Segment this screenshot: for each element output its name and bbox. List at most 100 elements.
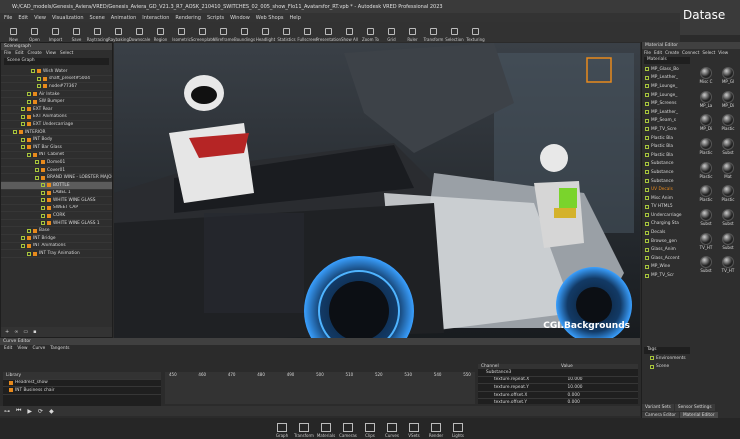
material-thumb[interactable]: MP_Gl <box>718 67 738 89</box>
visibility-checkbox[interactable] <box>41 213 45 218</box>
toolbar-button-import[interactable]: Import <box>45 22 66 42</box>
menu-item-edit[interactable]: Edit <box>18 15 28 21</box>
scenegraph-node[interactable]: WHITE WINE GLASS 1 <box>1 220 112 228</box>
visibility-checkbox[interactable] <box>21 236 25 241</box>
toolbar-button-presentation[interactable]: Presentation <box>316 22 341 42</box>
scenegraph-node[interactable]: Dome01 <box>1 159 112 167</box>
material-list-item[interactable]: MP_Lounge_ <box>642 91 694 100</box>
scenegraph-node[interactable]: EXT Rear <box>1 106 112 114</box>
dock-lights[interactable]: Lights <box>447 423 469 439</box>
key-icon[interactable]: ⊶ <box>4 408 10 415</box>
material-thumb[interactable]: Plastic <box>718 185 738 207</box>
material-thumb[interactable]: MP_Di <box>696 114 716 136</box>
dock-curves[interactable]: Curves <box>381 423 403 439</box>
scenegraph-node[interactable]: SWEET CAP <box>1 205 112 213</box>
material-list-item[interactable]: MP_TV_Scr <box>642 271 694 280</box>
material-checkbox[interactable] <box>645 75 649 80</box>
material-checkbox[interactable] <box>645 118 649 123</box>
material-checkbox[interactable] <box>645 239 649 244</box>
scenegraph-node[interactable]: Cover01 <box>1 167 112 175</box>
material-checkbox[interactable] <box>645 179 649 184</box>
tags-select[interactable]: Tags <box>644 347 690 354</box>
material-list-item[interactable]: MP_Lounge_ <box>642 82 694 91</box>
dock-clips[interactable]: Clips <box>359 423 381 439</box>
tag-checkbox[interactable] <box>650 364 654 369</box>
material-checkbox[interactable] <box>645 264 649 269</box>
scenegraph-node[interactable]: INT Cabinet <box>1 152 112 160</box>
scenegraph-node[interactable]: Air Intake <box>1 91 112 99</box>
material-checkbox[interactable] <box>645 247 649 252</box>
material-list-item[interactable]: Plastic Bla <box>642 142 694 151</box>
channel-row[interactable]: texture.repeat.X 10.000 <box>478 377 638 385</box>
dock-transform[interactable]: Transform <box>293 423 315 439</box>
channel-row[interactable]: texture.offset.X 0.000 <box>478 392 638 400</box>
channel-row[interactable]: Substance3 <box>478 369 638 377</box>
toolbar-button-selection[interactable]: Selection <box>444 22 465 42</box>
material-checkbox[interactable] <box>645 153 649 158</box>
material-menu-item[interactable]: Create <box>665 50 679 55</box>
visibility-checkbox[interactable] <box>27 228 31 233</box>
material-thumb[interactable]: Plastic <box>718 114 738 136</box>
material-list-item[interactable]: Plastic Bla <box>642 151 694 160</box>
visibility-checkbox[interactable] <box>37 84 41 89</box>
toolbar-button-screenplate[interactable]: Screenplate <box>191 22 214 42</box>
dock-render[interactable]: Render <box>425 423 447 439</box>
visibility-checkbox[interactable] <box>41 190 45 195</box>
material-menu-item[interactable]: File <box>644 50 651 55</box>
dock-cameras[interactable]: Cameras <box>337 423 359 439</box>
material-checkbox[interactable] <box>645 170 649 175</box>
play-icon[interactable]: ▶ <box>27 408 32 415</box>
material-list-item[interactable]: Undercarriage <box>642 211 694 220</box>
visibility-checkbox[interactable] <box>21 243 25 248</box>
material-checkbox[interactable] <box>645 84 649 89</box>
toolbar-button-texturing[interactable]: Texturing <box>465 22 486 42</box>
visibility-checkbox[interactable] <box>37 76 41 81</box>
scenegraph-node[interactable]: EXT Undercarriage <box>1 121 112 129</box>
loop-icon[interactable]: ⟳ <box>38 408 43 415</box>
curve-timeline[interactable]: 450 460 470 480 490 500 510 520 530 540 550 <box>165 372 475 404</box>
curve-menu-item[interactable]: View <box>17 346 27 351</box>
key-add-icon[interactable]: ◆ <box>49 408 54 415</box>
visibility-checkbox[interactable] <box>27 251 31 256</box>
toolbar-button-statistics[interactable]: Statistics <box>276 22 297 42</box>
material-checkbox[interactable] <box>645 101 649 106</box>
material-checkbox[interactable] <box>645 204 649 209</box>
material-thumb[interactable]: Mat <box>718 161 738 184</box>
visibility-checkbox[interactable] <box>31 69 35 74</box>
material-list-item[interactable]: Browse_gen <box>642 237 694 246</box>
visibility-checkbox[interactable] <box>35 160 39 165</box>
scenegraph-node[interactable]: LABEL 1 <box>1 190 112 198</box>
material-list-item[interactable]: Glass_Anim <box>642 245 694 254</box>
scenegraph-node[interactable]: INT Animations <box>1 243 112 251</box>
menu-item-web-shops[interactable]: Web Shops <box>256 15 284 21</box>
toolbar-button-new[interactable]: New <box>3 22 24 42</box>
material-checkbox[interactable] <box>645 213 649 218</box>
visibility-checkbox[interactable] <box>41 183 45 188</box>
material-list-item[interactable]: MP_Seam_s <box>642 117 694 126</box>
library-item[interactable]: Headrest_show <box>3 380 161 388</box>
material-checkbox[interactable] <box>645 256 649 261</box>
material-checkbox[interactable] <box>645 67 649 72</box>
scenegraph-node[interactable]: Wish Water <box>1 68 112 76</box>
material-menu-item[interactable]: Connect <box>682 50 699 55</box>
visibility-checkbox[interactable] <box>41 205 45 210</box>
material-thumb[interactable]: Plastic <box>696 161 716 184</box>
visibility-checkbox[interactable] <box>35 175 39 180</box>
material-list-item[interactable]: MP_Glass_Bo <box>642 65 694 74</box>
scenegraph-menu-item[interactable]: File <box>4 51 11 56</box>
material-checkbox[interactable] <box>645 230 649 235</box>
scenegraph-node[interactable]: BOTTLE <box>1 181 112 190</box>
visibility-checkbox[interactable] <box>41 198 45 203</box>
curve-menu-item[interactable]: Edit <box>4 346 12 351</box>
toolbar-button-save[interactable]: Save <box>66 22 87 42</box>
material-thumb[interactable]: Plastic <box>696 185 716 207</box>
render-viewport[interactable]: CGI.Backgrounds <box>114 43 640 365</box>
link-icon[interactable]: ∞ <box>14 329 18 335</box>
folder-icon[interactable]: ▭ <box>23 329 28 335</box>
material-list-item[interactable]: Substance <box>642 160 694 169</box>
scenegraph-node[interactable]: INT Bridge <box>1 235 112 243</box>
tag-item[interactable]: Scene <box>642 363 740 372</box>
material-thumb[interactable]: TV_HT <box>696 232 716 255</box>
material-list-item[interactable]: Glass_Accent <box>642 254 694 263</box>
menu-item-scene[interactable]: Scene <box>90 15 105 21</box>
